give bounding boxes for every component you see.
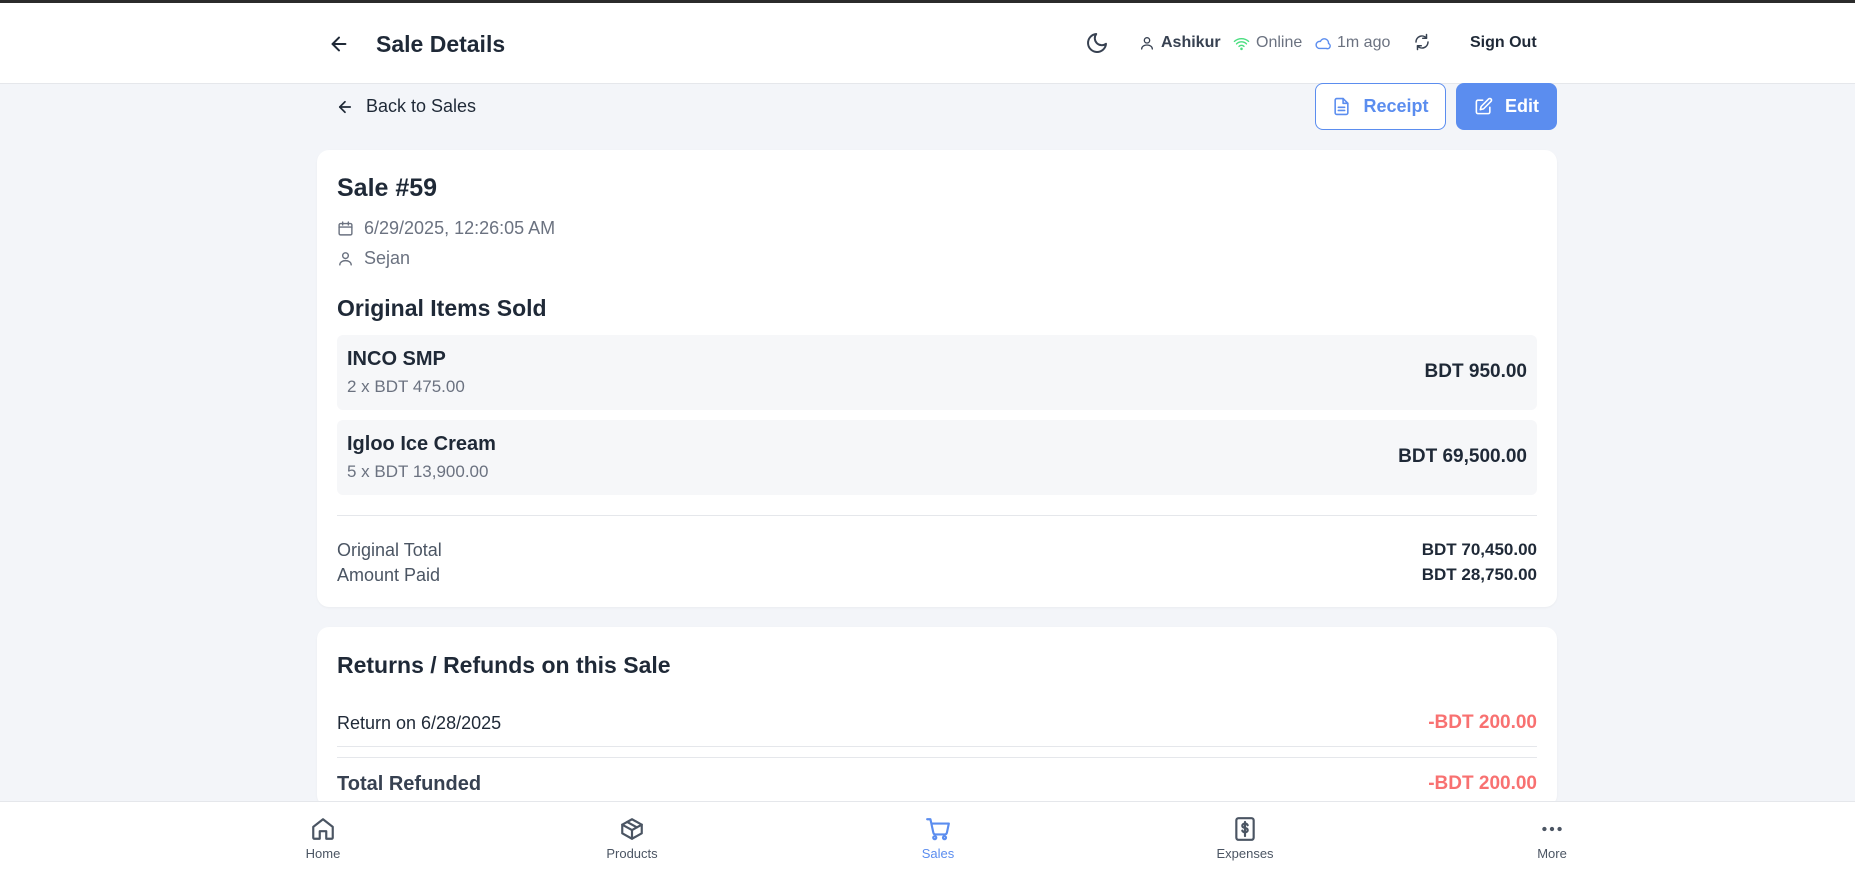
calendar-icon: [338, 221, 353, 236]
sale-customer-name: Sejan: [364, 248, 411, 268]
dollar-receipt-icon: [1235, 817, 1255, 841]
nav-item-products[interactable]: Products: [577, 816, 687, 861]
nav-item-expenses[interactable]: Expenses: [1190, 816, 1300, 861]
user-icon: [339, 252, 352, 266]
divider: [337, 746, 1537, 747]
app-header: Sale Details Ashikur Online 1m ago Sign …: [0, 3, 1855, 84]
divider: [337, 515, 1537, 516]
item-total: BDT 950.00: [1424, 361, 1527, 382]
items-heading: Original Items Sold: [337, 295, 547, 321]
original-total-value: BDT 70,450.00: [1421, 540, 1537, 559]
original-total-label: Original Total: [337, 540, 442, 560]
user-name: Ashikur: [1161, 34, 1221, 51]
wifi-icon: [1233, 37, 1250, 50]
document-icon: [1334, 97, 1350, 116]
amount-paid-value: BDT 28,750.00: [1421, 565, 1537, 584]
divider: [337, 757, 1537, 758]
edit-button[interactable]: Edit: [1456, 83, 1557, 130]
nav-label: Expenses: [1216, 846, 1274, 861]
list-item: INCO SMP 2 x BDT 475.00 BDT 950.00: [337, 335, 1537, 410]
current-user: Ashikur: [1139, 34, 1221, 52]
receipt-label: Receipt: [1363, 96, 1429, 116]
item-qty-price: 5 x BDT 13,900.00: [347, 462, 489, 481]
connection-label: Online: [1256, 34, 1303, 51]
total-refunded-label: Total Refunded: [337, 773, 482, 795]
bottom-navigation: Home Products Sales Expenses More: [0, 801, 1855, 882]
sign-out-button[interactable]: Sign Out: [1470, 34, 1537, 52]
sale-customer: Sejan: [337, 248, 410, 269]
total-refunded-amount: -BDT 200.00: [1428, 773, 1537, 794]
last-sync-label: 1m ago: [1337, 34, 1391, 51]
nav-label: Home: [305, 846, 341, 861]
cart-icon: [926, 818, 950, 841]
item-name: Igloo Ice Cream: [347, 433, 496, 455]
user-icon: [1141, 37, 1153, 50]
item-name: INCO SMP: [347, 348, 446, 370]
returns-card: Returns / Refunds on this Sale Return on…: [317, 627, 1557, 807]
nav-label: Products: [606, 846, 658, 861]
back-to-sales-label: Back to Sales: [366, 96, 477, 116]
moon-icon: [1087, 33, 1107, 53]
header-back-button[interactable]: [325, 30, 353, 58]
theme-toggle-button[interactable]: [1085, 31, 1111, 57]
sale-summary-card: Sale #59 6/29/2025, 12:26:05 AM Sejan Or…: [317, 150, 1557, 607]
cloud-icon: [1315, 37, 1331, 49]
page-title: Sale Details: [376, 31, 506, 57]
nav-label: Sales: [921, 846, 955, 861]
sale-date-value: 6/29/2025, 12:26:05 AM: [364, 218, 556, 238]
nav-item-more[interactable]: More: [1497, 816, 1607, 861]
list-item: Igloo Ice Cream 5 x BDT 13,900.00 BDT 69…: [337, 420, 1537, 495]
more-dots-icon: [1542, 826, 1562, 832]
sync-status: 1m ago: [1314, 34, 1390, 52]
arrow-left-icon: [331, 36, 347, 52]
return-entry-amount: -BDT 200.00: [1428, 712, 1537, 733]
edit-label: Edit: [1505, 96, 1539, 116]
receipt-button[interactable]: Receipt: [1315, 83, 1446, 130]
return-entry-label: Return on 6/28/2025: [337, 713, 502, 733]
back-to-sales-link[interactable]: Back to Sales: [336, 96, 476, 117]
box-icon: [621, 818, 643, 840]
sale-title: Sale #59: [337, 174, 438, 202]
item-total: BDT 69,500.00: [1398, 446, 1527, 467]
nav-item-sales[interactable]: Sales: [883, 816, 993, 861]
connection-status: Online: [1233, 34, 1302, 52]
edit-icon: [1475, 97, 1493, 115]
returns-heading: Returns / Refunds on this Sale: [337, 652, 671, 678]
item-qty-price: 2 x BDT 475.00: [347, 377, 465, 396]
arrow-left-icon: [338, 100, 352, 113]
refresh-icon: [1415, 33, 1429, 51]
home-icon: [312, 818, 334, 840]
sale-date: 6/29/2025, 12:26:05 AM: [337, 218, 555, 239]
refresh-button[interactable]: [1413, 33, 1437, 57]
amount-paid-label: Amount Paid: [337, 565, 441, 585]
nav-label: More: [1537, 846, 1567, 861]
nav-item-home[interactable]: Home: [268, 816, 378, 861]
